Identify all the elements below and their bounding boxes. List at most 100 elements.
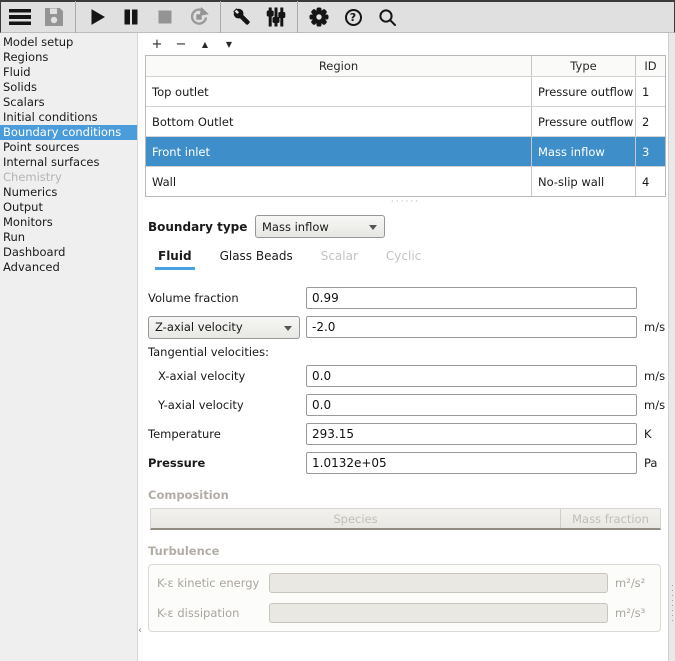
volume-fraction-input[interactable]: [306, 287, 637, 309]
sliders-icon: [266, 7, 286, 27]
search-icon: [378, 8, 397, 27]
table-row-selected[interactable]: Front inlet Mass inflow 3: [146, 136, 665, 166]
sidebar-splitter[interactable]: ‹: [138, 33, 143, 661]
wrench-icon: [232, 7, 252, 27]
axial-velocity-input[interactable]: [306, 316, 637, 338]
sidebar-item-chemistry[interactable]: Chemistry: [0, 170, 137, 185]
cell-region: Wall: [146, 167, 531, 196]
sidebar-item-model-setup[interactable]: Model setup: [0, 35, 137, 50]
column-header-id[interactable]: ID: [635, 56, 665, 76]
pressure-unit: Pa: [637, 456, 663, 470]
boundary-type-combobox[interactable]: Mass inflow: [255, 215, 385, 238]
vertical-scrollbar[interactable]: [668, 33, 675, 661]
sidebar-item-scalars[interactable]: Scalars: [0, 95, 137, 110]
menu-button[interactable]: [3, 2, 37, 32]
pressure-label: Pressure: [148, 456, 306, 470]
column-header-region[interactable]: Region: [146, 56, 531, 76]
temperature-unit: K: [637, 427, 663, 441]
sidebar-item-boundary-conditions[interactable]: Boundary conditions: [0, 125, 137, 140]
temperature-input[interactable]: [306, 423, 637, 445]
help-icon: ?: [345, 9, 362, 26]
y-velocity-row: Y-axial velocity m/s: [148, 394, 663, 416]
x-velocity-unit: m/s: [637, 369, 663, 383]
navigation-sidebar: Model setup Regions Fluid Solids Scalars…: [0, 33, 138, 661]
add-region-button[interactable]: +: [149, 38, 165, 52]
cell-id: 1: [635, 77, 665, 106]
sidebar-item-internal-surfaces[interactable]: Internal surfaces: [0, 155, 137, 170]
axial-velocity-selected: Z-axial velocity: [155, 320, 243, 334]
sidebar-item-point-sources[interactable]: Point sources: [0, 140, 137, 155]
axial-velocity-combobox[interactable]: Z-axial velocity: [148, 316, 300, 339]
sidebar-item-dashboard[interactable]: Dashboard: [0, 245, 137, 260]
stop-button[interactable]: [148, 2, 182, 32]
pause-button[interactable]: [114, 2, 148, 32]
cell-id: 2: [635, 107, 665, 136]
stop-icon: [157, 9, 173, 25]
dissipation-input[interactable]: [269, 603, 608, 623]
sidebar-item-monitors[interactable]: Monitors: [0, 215, 137, 230]
table-splitter-handle[interactable]: ······: [143, 197, 668, 207]
tab-scalar[interactable]: Scalar: [318, 249, 361, 270]
dissipation-row: K-ε dissipation m²/s³: [157, 602, 652, 624]
move-region-up-button[interactable]: ▲: [197, 38, 213, 52]
sidebar-item-numerics[interactable]: Numerics: [0, 185, 137, 200]
column-header-type[interactable]: Type: [531, 56, 635, 76]
sidebar-item-initial-conditions[interactable]: Initial conditions: [0, 110, 137, 125]
sidebar-item-regions[interactable]: Regions: [0, 50, 137, 65]
save-floppy-icon: [44, 7, 64, 27]
splitter-collapse-icon: ‹: [138, 626, 142, 636]
cell-type: Pressure outflow: [531, 107, 635, 136]
search-button[interactable]: [370, 2, 404, 32]
cell-region: Bottom Outlet: [146, 107, 531, 136]
build-button[interactable]: [225, 2, 259, 32]
reset-button[interactable]: [182, 2, 216, 32]
help-button[interactable]: ?: [336, 2, 370, 32]
axial-velocity-unit: m/s: [637, 320, 663, 334]
pause-icon: [123, 8, 139, 26]
table-row[interactable]: Top outlet Pressure outflow 1: [146, 76, 665, 106]
regions-toolbar: + − ▲ ▼: [149, 37, 668, 53]
move-region-down-button[interactable]: ▼: [221, 38, 237, 52]
turbulence-groupbox: K-ε kinetic energy m²/s² K-ε dissipation…: [148, 564, 661, 632]
cell-id: 4: [635, 167, 665, 196]
parameters-button[interactable]: [259, 2, 293, 32]
x-velocity-row: X-axial velocity m/s: [148, 365, 663, 387]
y-velocity-label: Y-axial velocity: [148, 398, 306, 412]
sidebar-item-fluid[interactable]: Fluid: [0, 65, 137, 80]
composition-section-title: Composition: [148, 488, 668, 502]
table-row[interactable]: Wall No-slip wall 4: [146, 166, 665, 196]
kinetic-energy-unit: m²/s²: [608, 576, 652, 590]
settings-button[interactable]: [302, 2, 336, 32]
fluid-form: Volume fraction Z-axial velocity m/s Tan…: [148, 287, 663, 474]
y-velocity-input[interactable]: [306, 394, 637, 416]
cell-region: Top outlet: [146, 77, 531, 106]
cell-type: Pressure outflow: [531, 77, 635, 106]
cell-id: 3: [635, 137, 665, 166]
tab-glass-beads[interactable]: Glass Beads: [217, 249, 296, 270]
pressure-input[interactable]: [306, 452, 637, 474]
table-row[interactable]: Bottom Outlet Pressure outflow 2: [146, 106, 665, 136]
column-header-mass-fraction: Mass fraction: [560, 509, 660, 528]
main-toolbar: ?: [0, 0, 675, 33]
tab-fluid[interactable]: Fluid: [155, 249, 195, 270]
chevron-down-icon: [369, 225, 377, 230]
sidebar-item-run[interactable]: Run: [0, 230, 137, 245]
boundary-type-row: Boundary type Mass inflow: [148, 215, 668, 238]
y-velocity-unit: m/s: [637, 398, 663, 412]
sidebar-item-solids[interactable]: Solids: [0, 80, 137, 95]
temperature-row: Temperature K: [148, 423, 663, 445]
scrollbar-grip: [672, 585, 673, 621]
play-icon: [88, 8, 106, 26]
toolbar-separator: [75, 1, 76, 34]
remove-region-button[interactable]: −: [173, 38, 189, 52]
sidebar-item-advanced[interactable]: Advanced: [0, 260, 137, 275]
save-button[interactable]: [37, 2, 71, 32]
phase-tabbar: Fluid Glass Beads Scalar Cyclic: [155, 249, 668, 270]
x-velocity-input[interactable]: [306, 365, 637, 387]
boundary-conditions-pane: + − ▲ ▼ Region Type ID Top outlet Pressu…: [143, 33, 668, 661]
tangential-velocities-heading: Tangential velocities:: [148, 345, 663, 359]
kinetic-energy-input[interactable]: [269, 573, 608, 593]
tab-cyclic[interactable]: Cyclic: [383, 249, 424, 270]
sidebar-item-output[interactable]: Output: [0, 200, 137, 215]
run-button[interactable]: [80, 2, 114, 32]
